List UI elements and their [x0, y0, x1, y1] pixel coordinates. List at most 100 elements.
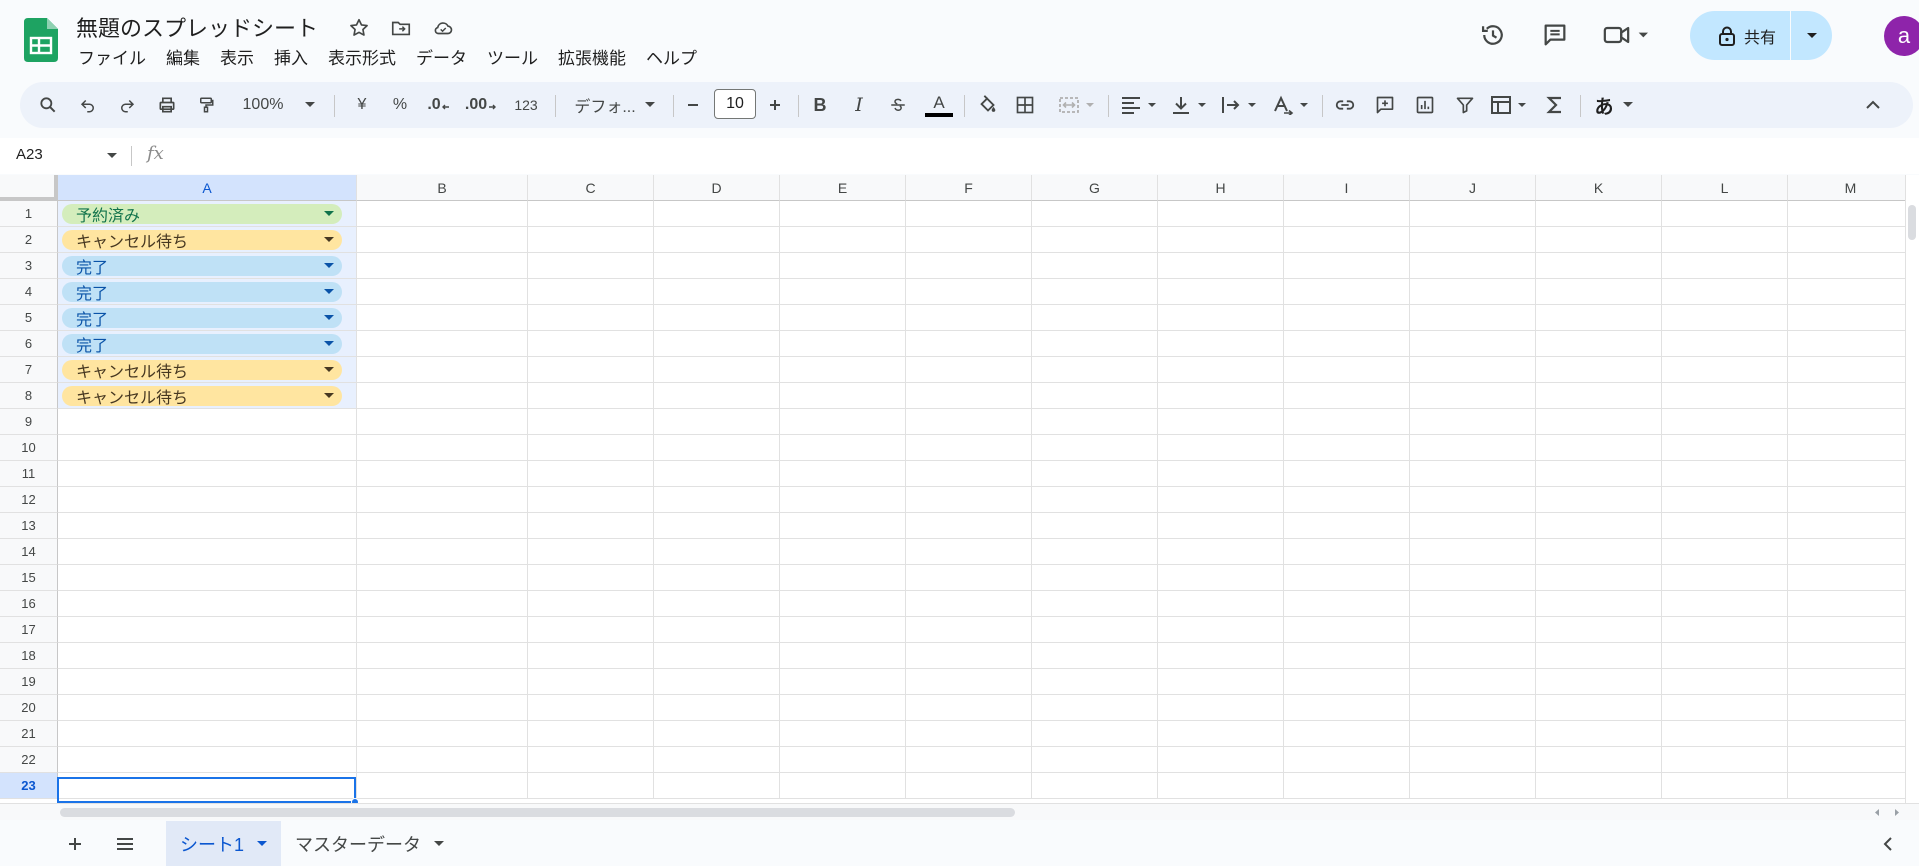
cell-b13[interactable]	[357, 513, 528, 539]
cell-g21[interactable]	[1032, 721, 1158, 747]
cell-d2[interactable]	[654, 227, 780, 253]
cell-m21[interactable]	[1788, 721, 1914, 747]
cell-e14[interactable]	[780, 539, 906, 565]
cell-h14[interactable]	[1158, 539, 1284, 565]
row-header-9[interactable]: 9	[0, 409, 58, 435]
cell-m19[interactable]	[1788, 669, 1914, 695]
borders-icon[interactable]	[1012, 82, 1038, 128]
cell-m10[interactable]	[1788, 435, 1914, 461]
cell-h17[interactable]	[1158, 617, 1284, 643]
cell-g3[interactable]	[1032, 253, 1158, 279]
chip-dropdown-icon[interactable]	[324, 211, 334, 216]
cell-f10[interactable]	[906, 435, 1032, 461]
cell-d16[interactable]	[654, 591, 780, 617]
cell-d11[interactable]	[654, 461, 780, 487]
cell-e21[interactable]	[780, 721, 906, 747]
cell-f5[interactable]	[906, 305, 1032, 331]
insert-comment-icon[interactable]	[1372, 82, 1398, 128]
number-format-button[interactable]: 123	[508, 82, 544, 128]
cell-d17[interactable]	[654, 617, 780, 643]
cell-f12[interactable]	[906, 487, 1032, 513]
cell-d6[interactable]	[654, 331, 780, 357]
cell-k14[interactable]	[1536, 539, 1662, 565]
cell-m17[interactable]	[1788, 617, 1914, 643]
formula-input[interactable]	[180, 144, 1880, 168]
cell-i19[interactable]	[1284, 669, 1410, 695]
cell-c20[interactable]	[528, 695, 654, 721]
name-box[interactable]: A23	[16, 146, 43, 163]
cell-h1[interactable]	[1158, 201, 1284, 227]
cell-k20[interactable]	[1536, 695, 1662, 721]
row-header-21[interactable]: 21	[0, 721, 58, 747]
cell-i20[interactable]	[1284, 695, 1410, 721]
cell-g15[interactable]	[1032, 565, 1158, 591]
cell-k10[interactable]	[1536, 435, 1662, 461]
cell-g4[interactable]	[1032, 279, 1158, 305]
sheets-logo-icon[interactable]	[24, 18, 58, 62]
cell-a14[interactable]	[58, 539, 357, 565]
column-header-g[interactable]: G	[1032, 175, 1158, 201]
cell-l8[interactable]	[1662, 383, 1788, 409]
document-title[interactable]: 無題のスプレッドシート	[76, 11, 318, 43]
cell-g10[interactable]	[1032, 435, 1158, 461]
column-header-h[interactable]: H	[1158, 175, 1284, 201]
menu-help[interactable]: ヘルプ	[636, 42, 707, 71]
column-header-f[interactable]: F	[906, 175, 1032, 201]
column-header-a[interactable]: A	[58, 175, 357, 201]
cell-l19[interactable]	[1662, 669, 1788, 695]
share-dropdown-icon[interactable]	[1791, 32, 1832, 40]
cell-j23[interactable]	[1410, 773, 1536, 799]
decrease-font-size-icon[interactable]	[682, 82, 704, 128]
cell-h18[interactable]	[1158, 643, 1284, 669]
cell-m15[interactable]	[1788, 565, 1914, 591]
column-header-k[interactable]: K	[1536, 175, 1662, 201]
cell-f18[interactable]	[906, 643, 1032, 669]
cell-m3[interactable]	[1788, 253, 1914, 279]
decrease-decimal-button[interactable]: .0	[425, 82, 453, 128]
cell-b18[interactable]	[357, 643, 528, 669]
cell-j6[interactable]	[1410, 331, 1536, 357]
cell-e22[interactable]	[780, 747, 906, 773]
search-icon[interactable]	[34, 82, 62, 128]
column-header-l[interactable]: L	[1662, 175, 1788, 201]
cell-a12[interactable]	[58, 487, 357, 513]
cell-h2[interactable]	[1158, 227, 1284, 253]
cell-f13[interactable]	[906, 513, 1032, 539]
cell-e11[interactable]	[780, 461, 906, 487]
cell-d18[interactable]	[654, 643, 780, 669]
cell-b17[interactable]	[357, 617, 528, 643]
cell-g12[interactable]	[1032, 487, 1158, 513]
spreadsheet-grid[interactable]: A B C D E F G H I J K L M 1 2 3 4 5 6 7 8 9 10 11 12 13 14 15 16 17 18…	[0, 175, 1919, 803]
zoom-dropdown-icon[interactable]	[302, 82, 318, 128]
cell-h3[interactable]	[1158, 253, 1284, 279]
cell-j16[interactable]	[1410, 591, 1536, 617]
insert-chart-icon[interactable]	[1412, 82, 1438, 128]
column-header-e[interactable]: E	[780, 175, 906, 201]
cell-c15[interactable]	[528, 565, 654, 591]
row-header-3[interactable]: 3	[0, 253, 58, 279]
cell-m16[interactable]	[1788, 591, 1914, 617]
cell-i5[interactable]	[1284, 305, 1410, 331]
sheet-tab-1[interactable]: シート1	[166, 821, 281, 866]
menu-file[interactable]: ファイル	[68, 42, 156, 71]
cell-b8[interactable]	[357, 383, 528, 409]
cell-c13[interactable]	[528, 513, 654, 539]
cell-l18[interactable]	[1662, 643, 1788, 669]
cell-g13[interactable]	[1032, 513, 1158, 539]
cell-e3[interactable]	[780, 253, 906, 279]
menu-format[interactable]: 表示形式	[318, 42, 406, 71]
cell-f11[interactable]	[906, 461, 1032, 487]
cell-c11[interactable]	[528, 461, 654, 487]
cell-b4[interactable]	[357, 279, 528, 305]
cell-g9[interactable]	[1032, 409, 1158, 435]
print-icon[interactable]	[154, 82, 180, 128]
cell-g20[interactable]	[1032, 695, 1158, 721]
status-chip[interactable]: 予約済み	[62, 204, 342, 225]
cell-l10[interactable]	[1662, 435, 1788, 461]
cell-h13[interactable]	[1158, 513, 1284, 539]
cell-j5[interactable]	[1410, 305, 1536, 331]
row-header-16[interactable]: 16	[0, 591, 58, 617]
row-header-2[interactable]: 2	[0, 227, 58, 253]
cell-f9[interactable]	[906, 409, 1032, 435]
cell-d22[interactable]	[654, 747, 780, 773]
